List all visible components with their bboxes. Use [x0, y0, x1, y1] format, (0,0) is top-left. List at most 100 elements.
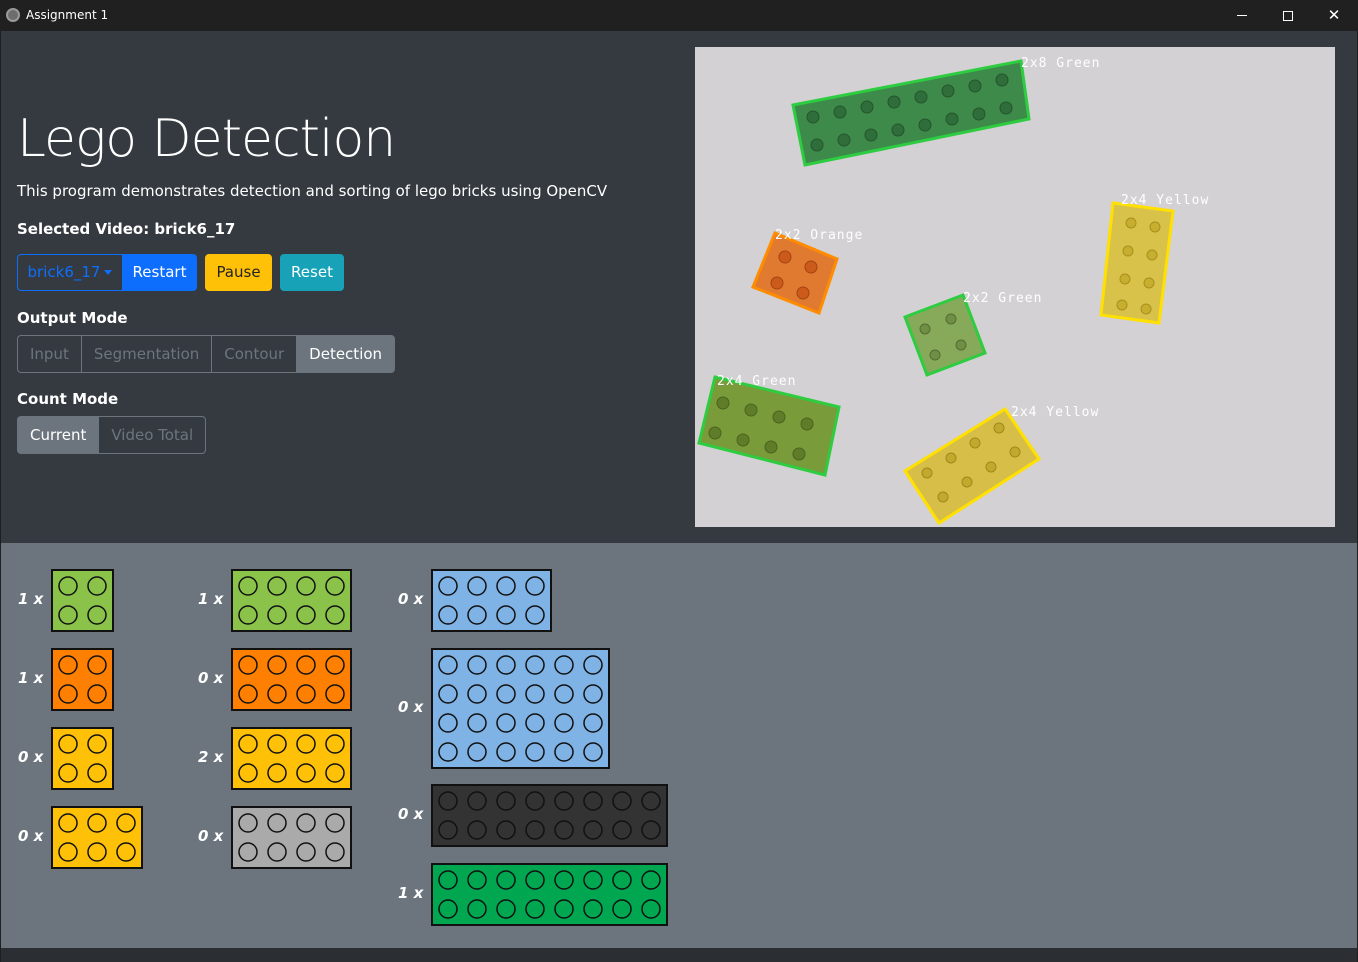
- reset-button[interactable]: Reset: [280, 254, 344, 291]
- close-icon: ✕: [1327, 6, 1341, 24]
- brick-stud: [87, 842, 107, 862]
- restart-button[interactable]: Restart: [122, 254, 197, 291]
- detection-label: 2x4 Yellow: [1011, 405, 1099, 420]
- detection-label: 2x4 Green: [717, 374, 796, 389]
- brick-stud: [116, 842, 136, 862]
- brick-icon-2x8-green: [431, 863, 668, 926]
- detection-video-frame: 2x8 Green 2x4 Yellow 2x2 Orange 2x2 Gree…: [695, 47, 1335, 527]
- brick-stud: [267, 576, 287, 596]
- brick-stud: [296, 684, 316, 704]
- brick-icon-2x2-green: [51, 569, 114, 632]
- brick-stud: [438, 713, 458, 733]
- brick-count-label: 1 x: [18, 669, 44, 687]
- brick-stud: [525, 684, 545, 704]
- brick-stud: [641, 870, 661, 890]
- brick-count-label: 0 x: [198, 669, 224, 687]
- pause-button[interactable]: Pause: [205, 254, 272, 291]
- brick-icon-2x4-orange: [231, 648, 352, 711]
- detection-label: 2x2 Orange: [775, 228, 863, 243]
- selected-video-label: Selected Video: brick6_17: [17, 220, 236, 238]
- brick-stud: [325, 813, 345, 833]
- brick-stud: [496, 605, 516, 625]
- brick-stud: [641, 820, 661, 840]
- brick-stud: [525, 899, 545, 919]
- video-canvas: 2x8 Green 2x4 Yellow 2x2 Orange 2x2 Gree…: [695, 47, 1335, 527]
- brick-stud: [467, 576, 487, 596]
- brick-stud: [525, 791, 545, 811]
- brick-stud: [438, 655, 458, 675]
- brick-stud: [438, 605, 458, 625]
- bottom-strip: [1, 948, 1357, 962]
- brick-count-label: 1 x: [198, 590, 224, 608]
- brick-stud: [238, 576, 258, 596]
- brick-stud: [496, 655, 516, 675]
- brick-stud: [296, 763, 316, 783]
- brick-stud: [438, 899, 458, 919]
- output-mode-label: Output Mode: [17, 309, 128, 327]
- brick-stud: [267, 605, 287, 625]
- brick-stud: [296, 734, 316, 754]
- brick-count-label: 1 x: [398, 884, 424, 902]
- brick-stud: [325, 842, 345, 862]
- brick-stud: [554, 684, 574, 704]
- output-mode-input[interactable]: Input: [17, 335, 82, 373]
- maximize-button[interactable]: [1265, 0, 1311, 31]
- brick-stud: [525, 605, 545, 625]
- brick-count-label: 0 x: [18, 827, 44, 845]
- brick-studs: [438, 870, 661, 919]
- brick-count-label: 0 x: [398, 805, 424, 823]
- brick-studs: [438, 791, 661, 840]
- brick-icon-2x4-yellow: [231, 727, 352, 790]
- brick-stud: [583, 684, 603, 704]
- brick-stud: [296, 842, 316, 862]
- brick-stud: [525, 870, 545, 890]
- brick-stud: [467, 713, 487, 733]
- brick-stud: [612, 791, 632, 811]
- brick-stud: [87, 576, 107, 596]
- brick-stud: [87, 655, 107, 675]
- minimize-button[interactable]: [1219, 0, 1265, 31]
- brick-stud: [296, 813, 316, 833]
- brick-stud: [438, 576, 458, 596]
- brick-stud: [58, 605, 78, 625]
- brick-stud: [116, 813, 136, 833]
- app-icon: [6, 8, 20, 22]
- brick-icon-2x8-black: [431, 784, 668, 847]
- brick-stud: [525, 742, 545, 762]
- video-select-value: brick6_17: [27, 263, 101, 281]
- count-mode-current[interactable]: Current: [17, 416, 100, 454]
- brick-stud: [58, 842, 78, 862]
- output-mode-contour[interactable]: Contour: [211, 335, 298, 373]
- brick-stud: [58, 576, 78, 596]
- output-mode-toggle: Input Segmentation Contour Detection: [17, 335, 396, 373]
- brick-stud: [238, 605, 258, 625]
- detection-label: 2x4 Yellow: [1121, 193, 1209, 208]
- output-mode-segmentation[interactable]: Segmentation: [80, 335, 213, 373]
- brick-icon-2x2-yellow: [51, 727, 114, 790]
- brick-stud: [267, 734, 287, 754]
- brick-studs: [438, 576, 545, 625]
- count-mode-video-total[interactable]: Video Total: [98, 416, 207, 454]
- brick-stud: [325, 763, 345, 783]
- brick-stud: [238, 684, 258, 704]
- brick-count-label: 1 x: [18, 590, 44, 608]
- brick-stud: [267, 842, 287, 862]
- brick-stud: [296, 655, 316, 675]
- brick-stud: [238, 842, 258, 862]
- video-select-dropdown[interactable]: brick6_17: [17, 254, 123, 291]
- brick-stud: [325, 684, 345, 704]
- close-button[interactable]: ✕: [1311, 0, 1357, 31]
- brick-stud: [554, 820, 574, 840]
- output-mode-detection[interactable]: Detection: [296, 335, 396, 373]
- brick-stud: [525, 820, 545, 840]
- brick-stud: [58, 655, 78, 675]
- brick-studs: [238, 576, 345, 625]
- title-bar: Assignment 1 ✕: [0, 0, 1358, 31]
- brick-stud: [467, 899, 487, 919]
- brick-studs: [58, 734, 107, 783]
- brick-stud: [496, 870, 516, 890]
- brick-stud: [87, 734, 107, 754]
- count-mode-label: Count Mode: [17, 390, 119, 408]
- brick-stud: [87, 684, 107, 704]
- brick-stud: [525, 655, 545, 675]
